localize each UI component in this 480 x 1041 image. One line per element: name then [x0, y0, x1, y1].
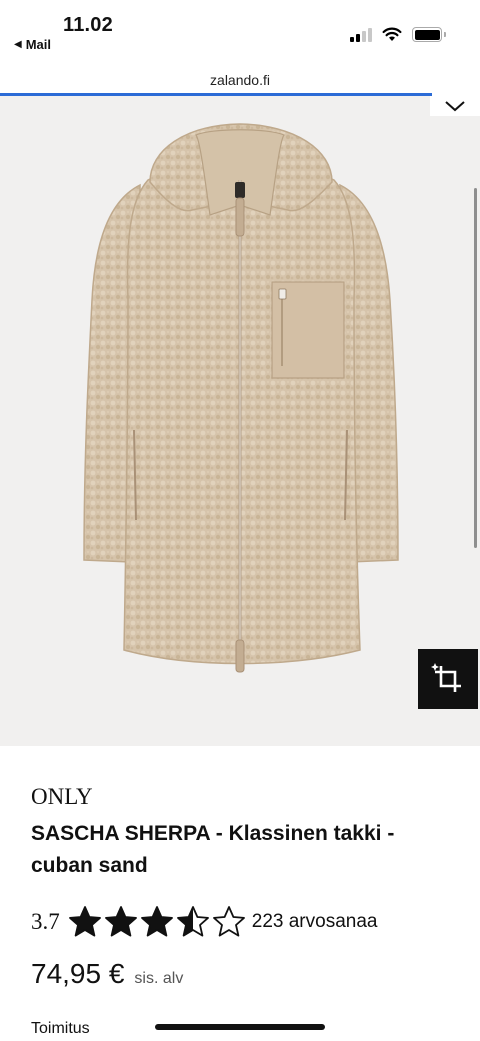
status-icons — [350, 27, 446, 42]
star-full-icon — [104, 906, 137, 937]
rating-count[interactable]: 223 arvosanaa — [252, 911, 378, 933]
delivery-label[interactable]: Toimitus — [31, 1020, 90, 1038]
star-full-icon — [68, 906, 101, 937]
product-image-gallery[interactable] — [0, 96, 480, 746]
product-title: SASCHA SHERPA - Klassinen takki - cuban … — [31, 822, 395, 877]
rating-stars — [68, 905, 246, 939]
back-app-label: Mail — [25, 37, 51, 52]
status-time: 11.02 — [63, 14, 113, 36]
star-empty-icon — [212, 906, 245, 937]
vat-label: sis. alv — [134, 970, 184, 987]
visual-search-button[interactable] — [418, 649, 478, 709]
sherpa-coat-image — [83, 123, 399, 673]
star-half-icon — [176, 906, 209, 937]
star-full-icon — [140, 906, 173, 937]
price-row: 74,95 € sis. alv — [31, 958, 183, 990]
price: 74,95 € — [31, 958, 125, 989]
rating-row[interactable]: 3.7 223 arvosanaa — [31, 904, 377, 940]
home-indicator[interactable] — [155, 1024, 325, 1030]
url-text[interactable]: zalando.fi — [0, 72, 480, 88]
crop-search-icon — [431, 663, 461, 692]
brand-name[interactable]: ONLY — [31, 784, 93, 810]
rating-value: 3.7 — [31, 909, 60, 934]
wifi-icon — [382, 27, 402, 41]
chevron-down-icon — [445, 101, 465, 112]
collapse-toggle[interactable] — [430, 96, 480, 116]
status-bar: 11.02 ◀ Mail — [0, 0, 480, 62]
cellular-signal-icon — [350, 27, 372, 42]
back-triangle-icon: ◀ — [14, 39, 22, 50]
back-to-mail-link[interactable]: ◀ Mail — [14, 37, 51, 52]
scrollbar[interactable] — [474, 188, 477, 548]
battery-icon — [412, 27, 446, 42]
browser-url-bar[interactable]: zalando.fi — [0, 62, 480, 96]
